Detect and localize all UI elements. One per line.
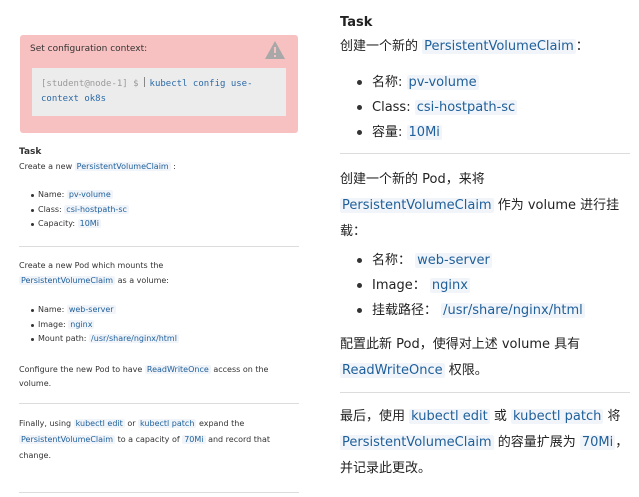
cursor (143, 77, 145, 87)
list-item: Class: csi-hostpath-sc (340, 95, 518, 120)
list-item: Mount path: /usr/share/nginx/html (19, 332, 179, 347)
list-item: Image： nginx (340, 273, 585, 298)
list-item: Capacity: 10Mi (19, 217, 129, 232)
list-item: Class: csi-hostpath-sc (19, 203, 129, 218)
task-heading: Task (19, 147, 42, 157)
task-heading: Task (340, 15, 373, 30)
list-item: Name: web-server (19, 303, 179, 318)
list-item: 名称： web-server (340, 248, 585, 273)
pod-instruction: 创建一个新的 Pod，来将 PersistentVolumeClaim 作为 v… (340, 172, 620, 239)
pvc-instruction: Create a new PersistentVolumeClaim : (19, 162, 176, 171)
divider (19, 403, 299, 404)
resize-instruction: 最后，使用 kubectl edit 或 kubectl patch 将 Per… (340, 409, 629, 476)
divider (19, 246, 299, 247)
warning-icon (265, 41, 285, 59)
shell-prompt: [student@node-1] $ (41, 79, 139, 89)
list-item: 容量: 10Mi (340, 120, 517, 145)
divider (19, 492, 299, 493)
list-item: 名称: pv-volume (340, 70, 517, 95)
pvc-spec-list: Name: pv-volume Class: csi-hostpath-sc C… (19, 188, 129, 232)
pvc-spec-list: 名称: pv-volume Class: csi-hostpath-sc 容量:… (340, 70, 518, 145)
access-mode-instruction: 配置此新 Pod，使得对上述 volume 具有 ReadWriteOnce 权… (340, 337, 581, 378)
access-mode-instruction: Configure the new Pod to have ReadWriteO… (19, 365, 269, 388)
pod-instruction: Create a new Pod which mounts the Persis… (19, 261, 169, 285)
list-item: Name: pv-volume (19, 188, 129, 203)
context-alert: Set configuration context: [student@node… (20, 35, 298, 133)
english-panel: Set configuration context: [student@node… (0, 0, 320, 497)
divider (340, 153, 630, 154)
alert-title: Set configuration context: (30, 44, 148, 54)
divider (340, 392, 630, 393)
list-item: Image: nginx (19, 318, 179, 333)
pod-spec-list: 名称： web-server Image： nginx 挂载路径： /usr/s… (340, 248, 585, 323)
resize-instruction: Finally, using kubectl edit or kubectl p… (19, 419, 270, 460)
pod-spec-list: Name: web-server Image: nginx Mount path… (19, 303, 179, 347)
pvc-instruction: 创建一个新的 PersistentVolumeClaim： (340, 39, 589, 54)
command-box[interactable]: [student@node-1] $ kubectl config use-con… (32, 68, 286, 116)
list-item: 挂载路径： /usr/share/nginx/html (340, 298, 585, 323)
